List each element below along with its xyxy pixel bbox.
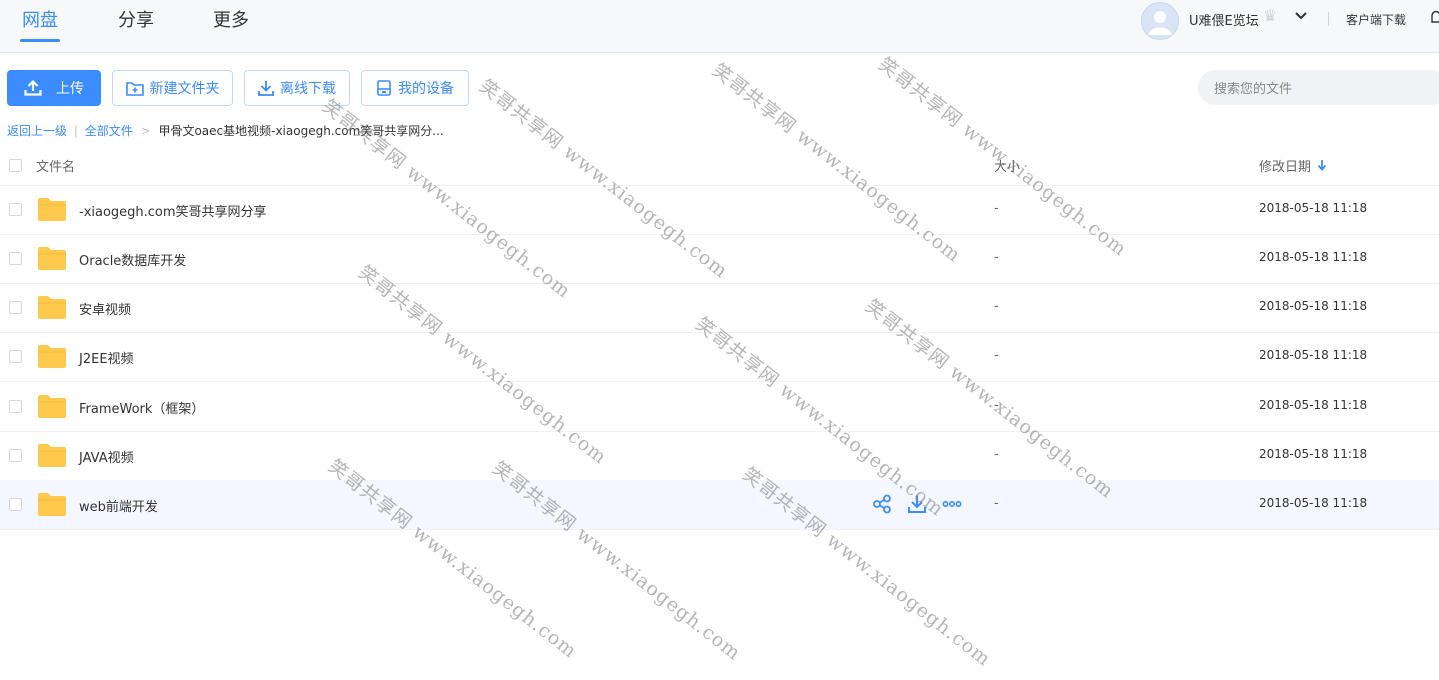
table-row[interactable]: 安卓视频 - 2018-05-18 11:18	[0, 283, 1439, 333]
select-all-checkbox[interactable]	[9, 159, 22, 172]
file-size: -	[994, 201, 999, 216]
new-folder-icon	[125, 82, 144, 96]
sort-desc-icon[interactable]	[1317, 159, 1327, 171]
file-date: 2018-05-18 11:18	[1259, 250, 1368, 264]
active-tab-indicator	[20, 39, 60, 42]
file-size: -	[994, 348, 999, 363]
folder-icon	[38, 296, 66, 319]
tab-more[interactable]: 更多	[213, 6, 249, 32]
chevron-down-icon[interactable]	[1294, 9, 1308, 23]
row-checkbox[interactable]	[9, 400, 22, 413]
row-checkbox[interactable]	[9, 203, 22, 216]
top-nav-bar: 网盘 分享 更多 U难偎E览坛 ♛ 客户端下载	[0, 0, 1439, 53]
offline-download-button[interactable]: 离线下载	[244, 70, 350, 106]
table-row[interactable]: JAVA视频 - 2018-05-18 11:18	[0, 431, 1439, 481]
file-size: -	[994, 447, 999, 462]
file-date: 2018-05-18 11:18	[1259, 348, 1368, 362]
table-row[interactable]: -xiaogegh.com笑哥共享网分享 - 2018-05-18 11:18	[0, 185, 1439, 235]
file-name[interactable]: web前端开发	[79, 496, 158, 515]
folder-icon	[38, 493, 66, 516]
offline-download-label: 离线下载	[280, 81, 336, 97]
table-row[interactable]: J2EE视频 - 2018-05-18 11:18	[0, 332, 1439, 382]
folder-icon	[38, 198, 66, 221]
search-input[interactable]: 搜索您的文件	[1198, 70, 1439, 105]
row-checkbox[interactable]	[9, 498, 22, 511]
file-table-header: 文件名 大小 修改日期	[0, 145, 1439, 186]
folder-icon	[38, 345, 66, 368]
tab-netdisk[interactable]: 网盘	[22, 6, 58, 32]
download-icon[interactable]	[907, 494, 927, 514]
folder-icon	[38, 247, 66, 270]
device-icon	[377, 80, 391, 96]
header-size[interactable]: 大小	[994, 156, 1020, 175]
table-row[interactable]: FrameWork（框架） - 2018-05-18 11:18	[0, 382, 1439, 432]
file-date: 2018-05-18 11:18	[1259, 496, 1368, 510]
tab-share[interactable]: 分享	[118, 6, 154, 32]
file-size: -	[994, 398, 999, 413]
breadcrumb-divider: |	[73, 124, 78, 138]
new-folder-label: 新建文件夹	[149, 81, 220, 97]
client-download-link[interactable]: 客户端下载	[1346, 11, 1406, 28]
file-name[interactable]: 安卓视频	[79, 299, 131, 318]
table-row[interactable]: web前端开发 - 2018-05-18 11:18	[0, 480, 1439, 530]
more-icon[interactable]	[942, 494, 962, 514]
folder-icon	[38, 395, 66, 418]
row-checkbox[interactable]	[9, 449, 22, 462]
current-folder: 甲骨文oaec基地视频-xiaogegh.com笑哥共享网分...	[158, 124, 444, 138]
file-size: -	[994, 250, 999, 265]
file-name[interactable]: Oracle数据库开发	[79, 250, 186, 269]
file-name[interactable]: FrameWork（框架）	[79, 398, 204, 417]
row-checkbox[interactable]	[9, 252, 22, 265]
bell-icon[interactable]	[1430, 10, 1439, 26]
my-devices-button[interactable]: 我的设备	[361, 70, 469, 106]
row-checkbox[interactable]	[9, 350, 22, 363]
file-name[interactable]: JAVA视频	[79, 447, 134, 466]
nav-divider	[1328, 12, 1329, 26]
file-name[interactable]: J2EE视频	[79, 348, 134, 367]
breadcrumb-separator: >	[140, 124, 151, 138]
new-folder-button[interactable]: 新建文件夹	[112, 70, 233, 106]
download-icon	[258, 81, 274, 96]
table-row[interactable]: Oracle数据库开发 - 2018-05-18 11:18	[0, 234, 1439, 284]
upload-label: 上传	[56, 81, 84, 97]
file-size: -	[994, 496, 999, 511]
all-files-link[interactable]: 全部文件	[85, 124, 133, 138]
file-date: 2018-05-18 11:18	[1259, 447, 1368, 461]
crown-icon: ♛	[1263, 6, 1278, 25]
back-link[interactable]: 返回上一级	[7, 124, 67, 138]
header-date[interactable]: 修改日期	[1259, 156, 1311, 175]
file-date: 2018-05-18 11:18	[1259, 398, 1368, 412]
username[interactable]: U难偎E览坛	[1189, 10, 1259, 29]
header-name[interactable]: 文件名	[36, 156, 75, 175]
upload-button[interactable]: 上传	[7, 70, 101, 106]
row-checkbox[interactable]	[9, 301, 22, 314]
my-devices-label: 我的设备	[398, 81, 454, 97]
search-placeholder: 搜索您的文件	[1214, 82, 1293, 97]
file-name[interactable]: -xiaogegh.com笑哥共享网分享	[79, 201, 267, 220]
breadcrumb: 返回上一级 | 全部文件 > 甲骨文oaec基地视频-xiaogegh.com笑…	[7, 122, 444, 139]
file-size: -	[994, 299, 999, 314]
folder-icon	[38, 444, 66, 467]
file-date: 2018-05-18 11:18	[1259, 201, 1368, 215]
share-icon[interactable]	[872, 494, 892, 514]
file-date: 2018-05-18 11:18	[1259, 299, 1368, 313]
avatar[interactable]	[1141, 2, 1179, 40]
upload-icon	[24, 80, 42, 96]
